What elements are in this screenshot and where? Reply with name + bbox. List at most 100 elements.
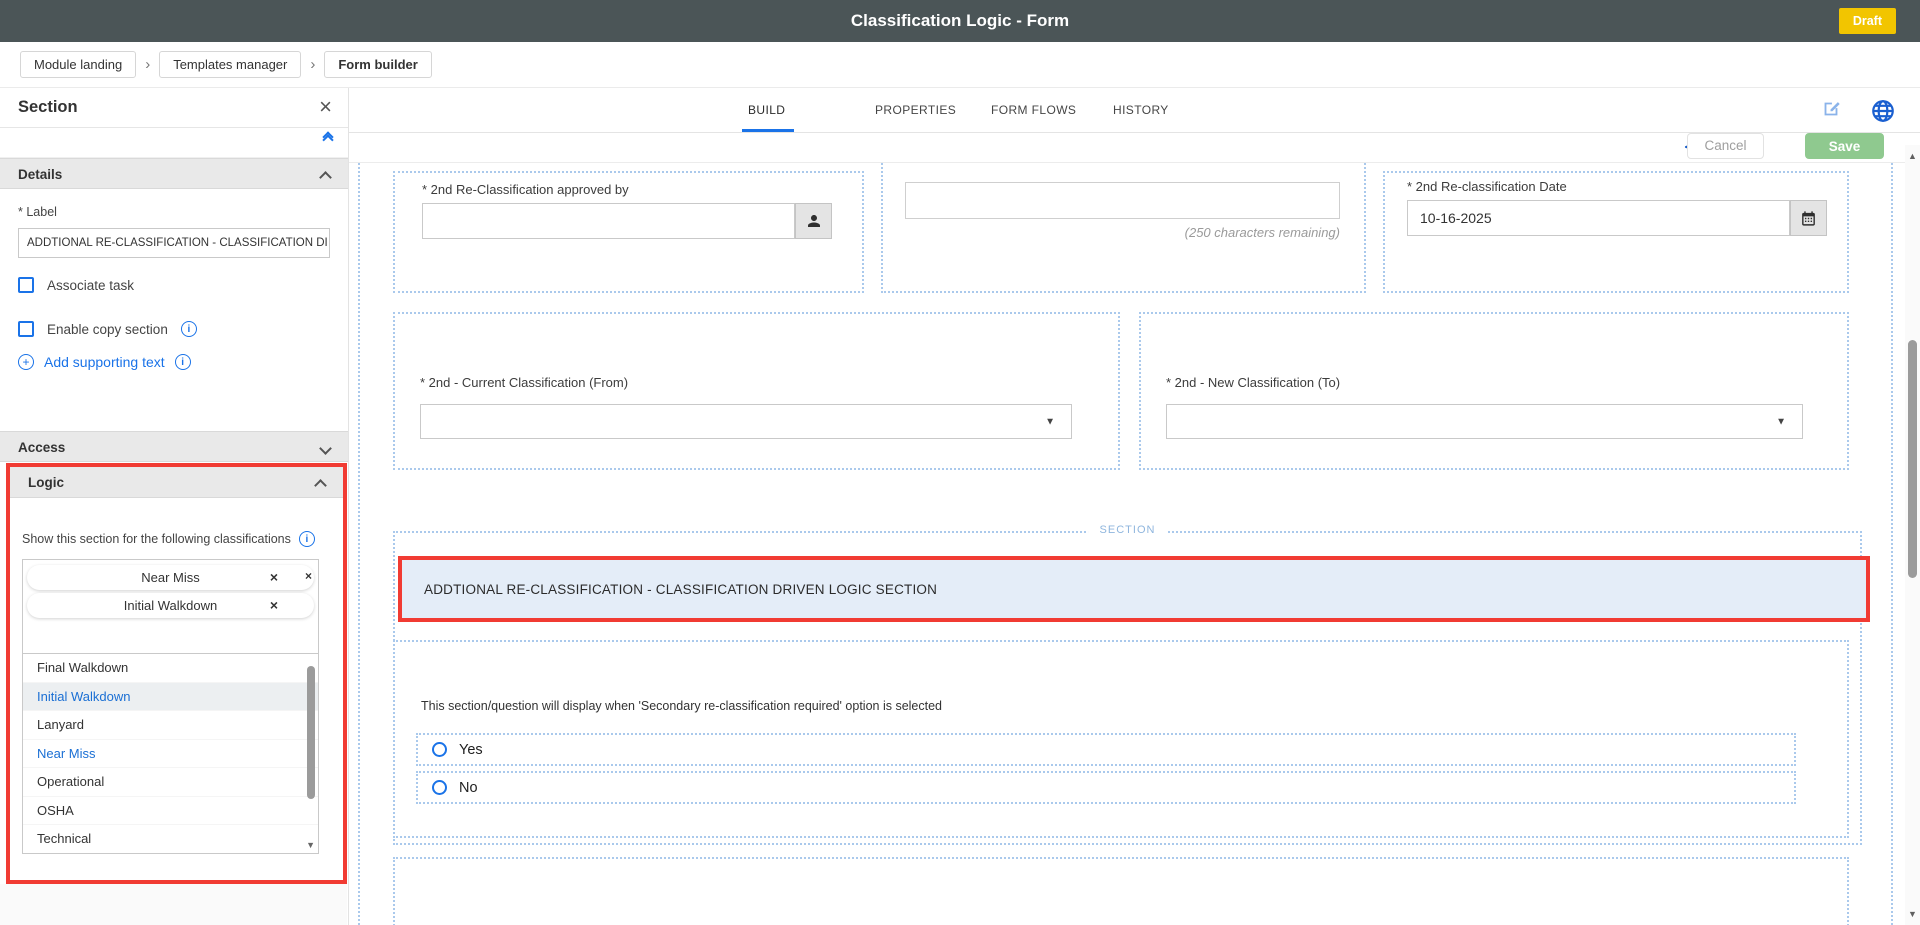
section-label-input[interactable]: ADDTIONAL RE-CLASSIFICATION - CLASSIFICA… <box>18 228 330 258</box>
list-item[interactable]: Operational <box>23 768 318 797</box>
info-icon[interactable]: i <box>299 531 315 547</box>
caret-down-icon: ▼ <box>1776 416 1786 427</box>
scroll-up-icon[interactable]: ▲ <box>1905 151 1920 161</box>
selected-chip: Near Miss × <box>27 565 314 590</box>
globe-icon[interactable] <box>1870 98 1896 129</box>
section-tag: SECTION <box>1088 524 1168 536</box>
radio-icon[interactable] <box>432 780 447 795</box>
double-chevron-up-icon[interactable] <box>324 133 332 144</box>
question-text: This section/question will display when … <box>421 699 942 713</box>
accordion-details-title: Details <box>18 167 62 182</box>
app-root: Classification Logic - Form Draft Module… <box>0 0 1920 925</box>
associate-task-checkbox[interactable] <box>18 277 34 293</box>
list-item[interactable]: Near Miss <box>23 740 318 769</box>
new-classification-box <box>1139 312 1849 470</box>
chevron-right-icon: › <box>310 56 315 73</box>
calendar-icon <box>1800 210 1817 227</box>
option-no-label: No <box>459 780 478 796</box>
collapse-all-row <box>0 128 348 158</box>
sidebar-footer-area <box>0 884 347 925</box>
radio-icon[interactable] <box>432 742 447 757</box>
list-item[interactable]: Lanyard <box>23 711 318 740</box>
info-icon[interactable]: i <box>181 321 197 337</box>
option-yes-label: Yes <box>459 742 483 758</box>
remove-icon[interactable]: × <box>270 569 278 585</box>
current-classification-label: * 2nd - Current Classification (From) <box>420 375 628 390</box>
date-input[interactable]: 10-16-2025 <box>1407 200 1790 236</box>
approved-by-label: * 2nd Re-Classification approved by <box>422 182 629 197</box>
accordion-access[interactable]: Access <box>0 431 348 462</box>
selected-classifications-box[interactable]: Near Miss × Initial Walkdown × × <box>22 559 319 654</box>
enable-copy-section-checkbox[interactable] <box>18 321 34 337</box>
selected-chip-label: Initial Walkdown <box>124 598 217 613</box>
current-classification-select[interactable]: ▼ <box>420 404 1072 439</box>
scrollbar-thumb[interactable] <box>307 666 315 799</box>
breadcrumb-templates-manager[interactable]: Templates manager <box>159 51 301 78</box>
logic-highlight-box: Logic Show this section for the followin… <box>6 463 347 884</box>
page-title: Classification Logic - Form <box>0 0 1920 42</box>
cancel-button[interactable]: Cancel <box>1687 133 1764 159</box>
clear-all-icon[interactable]: × <box>305 569 312 583</box>
main-area: BUILD PROPERTIES FORM FLOWS HISTORY Canc… <box>349 88 1920 925</box>
active-tab-underline <box>742 129 794 132</box>
calendar-button[interactable] <box>1790 200 1827 236</box>
scroll-down-icon[interactable]: ▼ <box>1905 909 1920 919</box>
breadcrumb-form-builder[interactable]: Form builder <box>324 51 431 78</box>
remove-icon[interactable]: × <box>270 597 278 613</box>
vertical-scrollbar[interactable]: ▲ ▼ <box>1905 145 1920 925</box>
tab-build[interactable]: BUILD <box>748 88 785 133</box>
breadcrumb-module-landing[interactable]: Module landing <box>20 51 136 78</box>
section-properties-panel: Section × Details * Label ADDTIONAL RE-C… <box>0 88 349 925</box>
current-classification-box <box>393 312 1120 470</box>
classification-instruction: Show this section for the following clas… <box>22 532 291 546</box>
classification-option-list: Final Walkdown Initial Walkdown Lanyard … <box>22 654 319 854</box>
form-canvas: * 2nd Re-Classification approved by (250… <box>349 163 1920 925</box>
accordion-logic-title: Logic <box>28 475 64 490</box>
tab-form-flows[interactable]: FORM FLOWS <box>991 88 1076 133</box>
logic-body: Show this section for the following clas… <box>10 531 343 880</box>
accordion-access-title: Access <box>18 440 65 455</box>
date-label: * 2nd Re-classification Date <box>1407 179 1567 194</box>
option-row-yes[interactable]: Yes <box>416 733 1796 766</box>
comments-textarea[interactable] <box>905 182 1340 219</box>
list-item[interactable]: Technical <box>23 825 318 854</box>
action-bar: Cancel Save <box>349 133 1920 163</box>
chevron-down-icon <box>319 442 332 455</box>
chevron-right-icon: › <box>145 56 150 73</box>
characters-remaining-note: (250 characters remaining) <box>905 225 1340 240</box>
caret-down-icon: ▼ <box>1045 416 1055 427</box>
section-header-highlighted[interactable]: ADDTIONAL RE-CLASSIFICATION - CLASSIFICA… <box>398 556 1870 622</box>
new-classification-label: * 2nd - New Classification (To) <box>1166 375 1340 390</box>
section-title: ADDTIONAL RE-CLASSIFICATION - CLASSIFICA… <box>424 582 937 597</box>
plus-circle-icon: + <box>18 354 34 370</box>
chevron-up-icon <box>314 479 327 492</box>
close-icon[interactable]: × <box>319 94 332 120</box>
list-item[interactable]: OSHA <box>23 797 318 826</box>
scroll-down-icon[interactable]: ▼ <box>306 840 315 850</box>
app-header: Classification Logic - Form Draft <box>0 0 1920 42</box>
save-button[interactable]: Save <box>1805 133 1884 159</box>
panel-titlebar: Section × <box>0 88 348 128</box>
accordion-logic[interactable]: Logic <box>10 467 343 498</box>
approved-by-input[interactable] <box>422 203 795 239</box>
tab-properties[interactable]: PROPERTIES <box>875 88 956 133</box>
scrollbar-thumb[interactable] <box>1908 340 1917 578</box>
list-item[interactable]: Final Walkdown <box>23 654 318 683</box>
edit-compose-icon[interactable] <box>1820 98 1842 125</box>
add-supporting-text-link[interactable]: + Add supporting text i <box>18 354 330 370</box>
associate-task-label: Associate task <box>47 278 134 293</box>
person-picker-button[interactable] <box>795 203 832 239</box>
person-icon <box>805 212 823 230</box>
add-supporting-text-label: Add supporting text <box>44 354 165 370</box>
list-item[interactable]: Initial Walkdown <box>23 683 318 712</box>
selected-chip-label: Near Miss <box>141 570 200 585</box>
accordion-details[interactable]: Details <box>0 158 348 189</box>
new-classification-select[interactable]: ▼ <box>1166 404 1803 439</box>
status-badge: Draft <box>1839 8 1896 34</box>
tab-history[interactable]: HISTORY <box>1113 88 1169 133</box>
breadcrumb: Module landing › Templates manager › For… <box>0 42 1920 88</box>
option-row-no[interactable]: No <box>416 771 1796 804</box>
info-icon[interactable]: i <box>175 354 191 370</box>
enable-copy-section-label: Enable copy section <box>47 322 168 337</box>
selected-chip: Initial Walkdown × <box>27 593 314 618</box>
